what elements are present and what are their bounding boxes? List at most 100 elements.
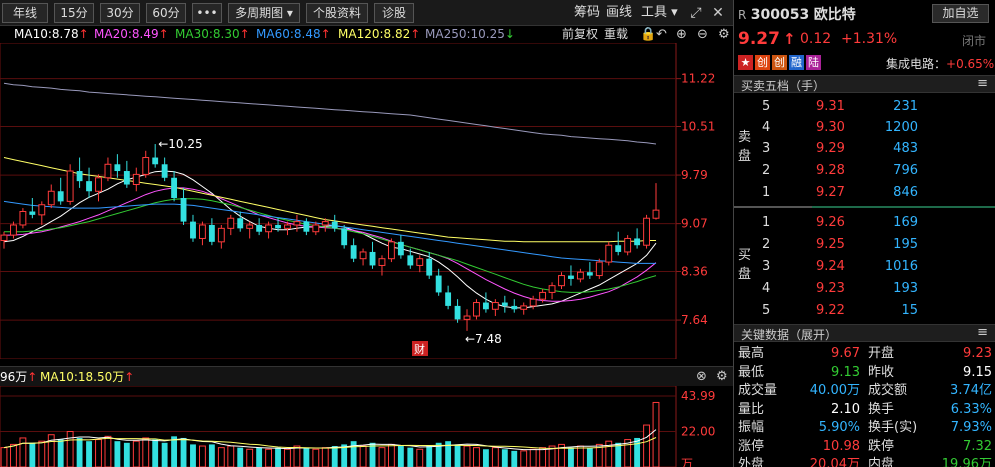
key-data-value: 9.15	[963, 364, 992, 380]
tag-chinext[interactable]: 创	[755, 55, 770, 70]
candle-up	[10, 224, 17, 236]
candlestick-chart[interactable]: 11.22 10.51 9.79 9.07 8.36 7.64 ←10.25 ←7.48 财	[0, 43, 733, 359]
ask-row[interactable]: 1 9.27 846	[734, 182, 995, 203]
bid-row[interactable]: 4 9.23 193	[734, 278, 995, 299]
period-button-year[interactable]: 年线	[2, 3, 48, 23]
tag-innovation[interactable]: 创	[772, 55, 787, 70]
low-annotation: ←7.48	[465, 332, 502, 346]
ask-row[interactable]: 2 9.28 796	[734, 160, 995, 181]
candle-down	[275, 224, 281, 229]
bid-row[interactable]: 1 9.26 169	[734, 212, 995, 233]
close-volume-icon[interactable]: ⊗	[696, 367, 707, 387]
candle-down	[161, 164, 168, 178]
orderbook-header[interactable]: 买卖五档（手） ≡	[734, 75, 995, 93]
fullscreen-icon[interactable]: ⤢	[688, 4, 704, 22]
volume-bar-down	[615, 442, 622, 467]
volume-bar-up	[38, 440, 46, 467]
candle-down	[237, 218, 244, 229]
undo-icon[interactable]: ↶	[656, 26, 667, 43]
volume-bar-up	[387, 443, 395, 467]
high-annotation: ←10.25	[158, 137, 202, 151]
volume-bar-up	[293, 445, 301, 467]
settings-icon[interactable]: ⚙	[718, 26, 730, 43]
tag-star-icon[interactable]: ★	[738, 55, 753, 70]
volume-bar-up	[520, 450, 528, 467]
key-data-header[interactable]: 关键数据（展开） ≡	[734, 324, 995, 342]
volume-bar-down	[303, 447, 310, 467]
ask-row[interactable]: 5 9.31 231	[734, 96, 995, 117]
volume-bar-up	[265, 448, 273, 467]
sector-label: 集成电路：	[886, 57, 947, 71]
zoom-in-icon[interactable]: ⊕	[676, 26, 687, 43]
key-data-value: 3.74亿	[950, 383, 992, 398]
key-data-label: 涨停	[738, 438, 765, 454]
bid-volume: 15	[901, 303, 918, 318]
diagnose-button[interactable]: 诊股	[374, 3, 414, 23]
volume-bar-down	[57, 439, 64, 467]
volume-bar-down	[86, 441, 92, 467]
price-adjust-button[interactable]: 前复权	[562, 26, 598, 43]
multi-period-dropdown[interactable]: 多周期图 ▾	[228, 3, 300, 23]
key-data-title: 关键数据（展开）	[741, 328, 838, 342]
draw-line-button[interactable]: 画线	[606, 4, 632, 22]
bid-row[interactable]: 3 9.24 1016	[734, 256, 995, 277]
candle-up	[652, 209, 660, 219]
tag-connect[interactable]: 陆	[806, 55, 821, 70]
tools-dropdown[interactable]: 工具 ▾	[641, 4, 678, 22]
stock-profile-button[interactable]: 个股资料	[306, 3, 368, 23]
volume-bar-up	[359, 445, 367, 467]
key-data-menu-icon[interactable]: ≡	[977, 325, 988, 340]
bid-price: 9.26	[816, 215, 845, 230]
add-watchlist-button[interactable]: 加自选	[932, 4, 989, 23]
volume-bar-down	[350, 441, 357, 467]
period-button-60min[interactable]: 60分	[146, 3, 186, 23]
bid-level: 2	[762, 237, 771, 252]
volume-bar-down	[171, 436, 178, 467]
ask-row[interactable]: 4 9.30 1200	[734, 117, 995, 138]
candle-down	[76, 171, 83, 182]
volume-value-arrow: ↑	[27, 370, 38, 384]
bid-row[interactable]: 5 9.22 15	[734, 300, 995, 321]
candle-up	[520, 305, 528, 310]
overlay-button[interactable]: 重载	[604, 26, 628, 43]
bid-row[interactable]: 2 9.25 195	[734, 234, 995, 255]
volume-bar-up	[142, 437, 150, 467]
candle-down	[482, 302, 489, 310]
ma-legend: MA10:8.78↑ MA20:8.49↑ MA30:8.30↑ MA60:8.…	[0, 26, 733, 43]
volume-value-text: 96万	[0, 370, 28, 384]
more-periods-button[interactable]: •••	[192, 3, 222, 23]
tag-margin[interactable]: 融	[789, 55, 804, 70]
chips-button[interactable]: 筹码	[574, 4, 600, 22]
volume-chart[interactable]: 43.99 22.00 万	[0, 386, 733, 467]
volume-bar-up	[576, 445, 584, 467]
volume-bar-up	[643, 424, 650, 467]
volume-value: 96万↑	[0, 367, 37, 387]
key-data-label: 外盘	[738, 457, 765, 467]
candle-down	[426, 258, 433, 276]
key-data-value: 6.33%	[950, 401, 992, 417]
volume-settings-icon[interactable]: ⚙	[716, 367, 728, 387]
candle-down	[114, 164, 121, 172]
lock-icon[interactable]: 🔒	[640, 26, 656, 43]
stock-name: 欧比特	[813, 7, 856, 23]
ma20-value: MA20:8.49	[94, 27, 159, 41]
zoom-out-icon[interactable]: ⊖	[697, 26, 708, 43]
price-up-arrow: ↑	[782, 30, 796, 48]
close-icon[interactable]: ✕	[710, 4, 726, 22]
y-tick-label: 10.51	[681, 120, 715, 134]
y-tick-label: 7.64	[681, 313, 708, 327]
volume-bar-down	[29, 442, 36, 467]
candle-up	[246, 224, 254, 229]
ask-volume: 231	[893, 99, 918, 114]
orderbook-menu-icon[interactable]: ≡	[977, 76, 988, 91]
volume-bar-up	[132, 440, 140, 467]
candle-up	[132, 173, 140, 186]
period-button-30min[interactable]: 30分	[100, 3, 140, 23]
ask-row[interactable]: 3 9.29 483	[734, 138, 995, 159]
sector-info[interactable]: 集成电路：+0.65%	[886, 55, 994, 72]
ma60-value: MA60:8.48	[256, 27, 321, 41]
candle-up	[463, 315, 471, 320]
ma250-legend: MA250:10.25↓	[425, 26, 515, 43]
period-button-15min[interactable]: 15分	[54, 3, 94, 23]
volume-bar-down	[123, 442, 130, 467]
